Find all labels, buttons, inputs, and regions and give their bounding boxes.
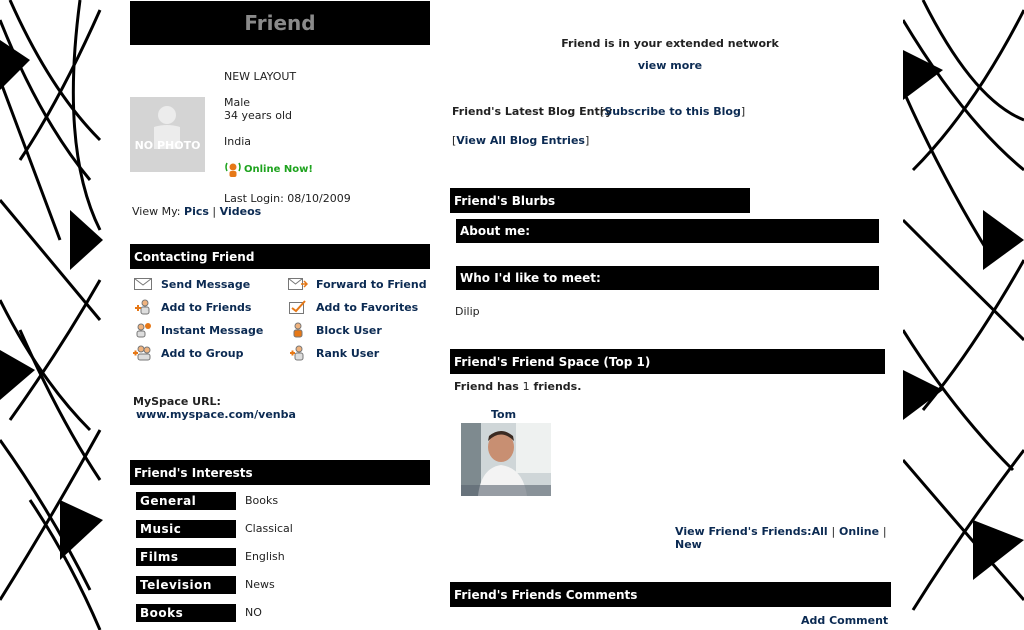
subscribe-blog: [Subscribe to this Blog] bbox=[600, 105, 746, 118]
instant-message-button[interactable]: Instant Message bbox=[133, 322, 263, 338]
rank-user-icon bbox=[288, 345, 308, 361]
interest-value-television: News bbox=[245, 578, 275, 591]
view-my-label: View My: bbox=[132, 205, 181, 218]
background-pattern-right bbox=[903, 0, 1024, 630]
like-to-meet-header: Who I'd like to meet: bbox=[456, 266, 879, 290]
profile-page: Friend NO PHOTO NEW LAYOUT Male 34 years… bbox=[103, 0, 903, 630]
comments-title: Friend's Friends Comments bbox=[454, 587, 638, 602]
view-all-blog-link[interactable]: View All Blog Entries bbox=[456, 134, 585, 147]
interest-label-films: Films bbox=[136, 548, 236, 566]
friend-name-tom[interactable]: Tom bbox=[491, 408, 516, 421]
subscribe-blog-link[interactable]: Subscribe to this Blog bbox=[604, 105, 741, 118]
profile-name: Friend bbox=[244, 11, 316, 35]
favorites-icon bbox=[288, 299, 308, 315]
interest-label-television: Television bbox=[136, 576, 236, 594]
add-to-favorites-button[interactable]: Add to Favorites bbox=[288, 299, 418, 315]
add-to-group-label: Add to Group bbox=[161, 346, 244, 360]
view-online-friends-link[interactable]: Online bbox=[839, 525, 879, 538]
profile-location: India bbox=[224, 135, 251, 148]
person-silhouette-icon bbox=[130, 97, 205, 172]
profile-gender: Male bbox=[224, 96, 251, 109]
view-my-links: View My: Pics | Videos bbox=[132, 205, 261, 218]
view-all-blog: [View All Blog Entries] bbox=[452, 134, 590, 147]
view-friends-label: View Friend's Friends: bbox=[675, 525, 812, 538]
interest-value-general: Books bbox=[245, 494, 279, 507]
about-me-title: About me: bbox=[460, 224, 531, 238]
forward-to-friend-button[interactable]: Forward to Friend bbox=[288, 276, 427, 292]
interest-value-films: English bbox=[245, 550, 285, 563]
profile-name-header: Friend bbox=[130, 1, 430, 45]
online-status: Online Now! bbox=[224, 160, 313, 178]
friend-count-prefix: Friend has bbox=[454, 380, 519, 393]
link-separator: | bbox=[212, 205, 217, 218]
add-comment-link[interactable]: Add Comment bbox=[801, 614, 888, 627]
blurbs-title: Friend's Blurbs bbox=[454, 193, 556, 208]
view-all-friends-link[interactable]: All bbox=[812, 525, 828, 538]
blurbs-header: Friend's Blurbs bbox=[450, 188, 750, 213]
extended-network-text: Friend is in your extended network bbox=[561, 37, 779, 50]
link-separator: | bbox=[831, 525, 836, 538]
myspace-url-link[interactable]: www.myspace.com/venba bbox=[136, 408, 296, 421]
add-to-group-button[interactable]: Add to Group bbox=[133, 345, 243, 361]
friend-count: 1 bbox=[522, 380, 530, 393]
friend-space-header: Friend's Friend Space (Top 1) bbox=[450, 349, 885, 374]
send-message-label: Send Message bbox=[161, 277, 251, 291]
like-to-meet-text: Dilip bbox=[455, 305, 480, 318]
pics-link[interactable]: Pics bbox=[184, 205, 209, 218]
profile-headline: NEW LAYOUT bbox=[224, 70, 297, 83]
send-message-button[interactable]: Send Message bbox=[133, 276, 250, 292]
profile-photo[interactable]: NO PHOTO bbox=[130, 97, 205, 172]
mail-icon bbox=[133, 276, 153, 292]
block-user-button[interactable]: Block User bbox=[288, 322, 382, 338]
online-status-text: Online Now! bbox=[244, 163, 313, 175]
interests-header: Friend's Interests bbox=[130, 460, 430, 485]
friend-count-text: Friend has 1 friends. bbox=[454, 380, 581, 393]
friend-space-title: Friend's Friend Space (Top 1) bbox=[454, 354, 651, 369]
friend-photo-tom[interactable] bbox=[461, 423, 551, 496]
contacting-header: Contacting Friend bbox=[130, 244, 430, 269]
last-login: Last Login: 08/10/2009 bbox=[224, 192, 351, 205]
contacting-title: Contacting Friend bbox=[134, 249, 255, 264]
block-user-label: Block User bbox=[316, 323, 382, 337]
like-to-meet-title: Who I'd like to meet: bbox=[460, 271, 601, 285]
about-me-header: About me: bbox=[456, 219, 879, 243]
group-icon bbox=[133, 345, 153, 361]
interests-title: Friend's Interests bbox=[134, 465, 253, 480]
rank-user-label: Rank User bbox=[316, 346, 380, 360]
interest-label-books: Books bbox=[136, 604, 236, 622]
view-new-friends-link[interactable]: New bbox=[675, 538, 702, 551]
instant-message-icon bbox=[133, 322, 153, 338]
friend-photo-image bbox=[461, 423, 551, 496]
comments-header: Friend's Friends Comments bbox=[450, 582, 891, 607]
forward-mail-icon bbox=[288, 276, 308, 292]
latest-blog-entry-label: Friend's Latest Blog Entry bbox=[452, 105, 613, 118]
interest-label-general: General bbox=[136, 492, 236, 510]
add-to-friends-label: Add to Friends bbox=[161, 300, 252, 314]
interest-label-music: Music bbox=[136, 520, 236, 538]
view-friends-links: View Friend's Friends:All | Online | New bbox=[675, 525, 903, 551]
add-to-friends-button[interactable]: Add to Friends bbox=[133, 299, 251, 315]
online-person-icon bbox=[225, 162, 241, 177]
forward-to-friend-label: Forward to Friend bbox=[316, 277, 427, 291]
add-friend-icon bbox=[133, 299, 153, 315]
profile-age: 34 years old bbox=[224, 109, 293, 122]
link-separator: | bbox=[882, 525, 887, 538]
rank-user-button[interactable]: Rank User bbox=[288, 345, 379, 361]
myspace-url-label: MySpace URL: bbox=[133, 395, 221, 408]
add-to-favorites-label: Add to Favorites bbox=[316, 300, 419, 314]
interest-value-books: NO bbox=[245, 606, 262, 619]
background-pattern-left bbox=[0, 0, 103, 630]
block-user-icon bbox=[288, 322, 308, 338]
videos-link[interactable]: Videos bbox=[220, 205, 262, 218]
interest-value-music: Classical bbox=[245, 522, 293, 535]
no-photo-label: NO PHOTO bbox=[134, 139, 201, 152]
friend-count-suffix: friends. bbox=[533, 380, 582, 393]
view-more-link[interactable]: view more bbox=[638, 59, 702, 72]
instant-message-label: Instant Message bbox=[161, 323, 264, 337]
